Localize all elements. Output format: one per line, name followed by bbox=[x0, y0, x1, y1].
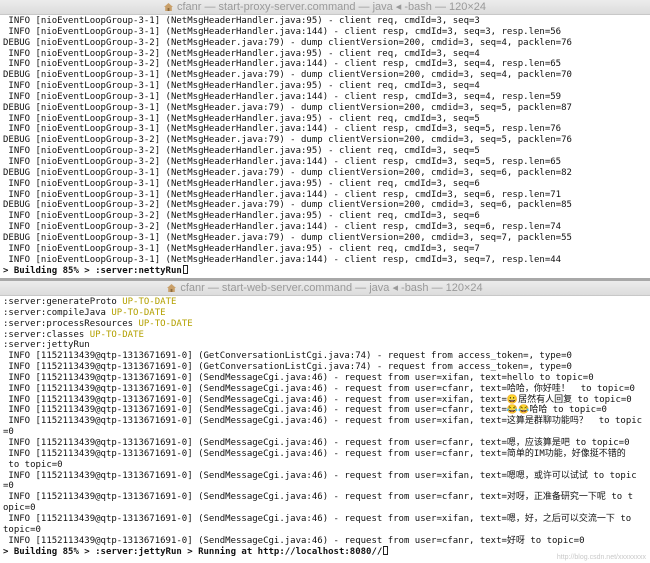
gradle-task-line: :server:generateProto UP-TO-DATE bbox=[3, 297, 648, 308]
log-line: INFO [1152113439@qtp-1313671691-0] (GetC… bbox=[3, 351, 572, 362]
terminal-output[interactable]: INFO [nioEventLoopGroup-3-1] (NetMsgHead… bbox=[3, 16, 648, 278]
log-line: INFO [nioEventLoopGroup-3-1] (NetMsgHead… bbox=[3, 254, 562, 265]
home-folder-icon bbox=[163, 3, 173, 11]
log-line: INFO [nioEventLoopGroup-3-1] (NetMsgHead… bbox=[3, 124, 562, 135]
window-title: cfanr — start-proxy-server.command — jav… bbox=[176, 1, 487, 13]
log-line: INFO [nioEventLoopGroup-3-2] (NetMsgHead… bbox=[3, 156, 562, 167]
log-line: INFO [nioEventLoopGroup-3-1] (NetMsgHead… bbox=[3, 178, 480, 189]
log-line: INFO [nioEventLoopGroup-3-2] (NetMsgHead… bbox=[3, 48, 480, 59]
gradle-task-status: UP-TO-DATE bbox=[122, 297, 177, 307]
terminal-output[interactable]: :server:generateProto UP-TO-DATE:server:… bbox=[3, 297, 648, 563]
log-line: INFO [nioEventLoopGroup-3-1] (NetMsgHead… bbox=[3, 189, 562, 200]
gradle-task-line: :server:compileJava UP-TO-DATE bbox=[3, 308, 648, 319]
log-line: INFO [1152113439@qtp-1313671691-0] (Send… bbox=[3, 448, 626, 459]
log-line: DEBUG [nioEventLoopGroup-3-2] (NetMsgHea… bbox=[3, 200, 572, 211]
log-line: topic=0 bbox=[3, 524, 41, 535]
build-status-text: > Building 85% > :server:jettyRun > Runn… bbox=[3, 547, 383, 558]
gradle-task-line: :server:classes UP-TO-DATE bbox=[3, 330, 648, 341]
log-line: INFO [nioEventLoopGroup-3-2] (NetMsgHead… bbox=[3, 59, 562, 70]
gradle-task-name: :server:jettyRun bbox=[3, 340, 90, 351]
log-line: DEBUG [nioEventLoopGroup-3-1] (NetMsgHea… bbox=[3, 167, 572, 178]
log-line: opic=0 bbox=[3, 503, 36, 514]
log-line: INFO [nioEventLoopGroup-3-1] (NetMsgHead… bbox=[3, 26, 562, 37]
log-line: INFO [1152113439@qtp-1313671691-0] (Send… bbox=[3, 535, 585, 546]
watermark: http://blog.csdn.net/xxxxxxxx bbox=[556, 554, 646, 561]
gradle-task-line: :server:jettyRun bbox=[3, 340, 648, 351]
log-line: =0 bbox=[3, 481, 14, 492]
web-server-terminal-window[interactable]: cfanr — start-web-server.command — java … bbox=[0, 281, 650, 563]
window-title-bar[interactable]: cfanr — start-proxy-server.command — jav… bbox=[0, 0, 650, 15]
log-line: INFO [nioEventLoopGroup-3-2] (NetMsgHead… bbox=[3, 211, 480, 222]
log-line: DEBUG [nioEventLoopGroup-3-1] (NetMsgHea… bbox=[3, 232, 572, 243]
build-status-line: > Building 85% > :server:jettyRun > Runn… bbox=[3, 546, 648, 557]
log-line: INFO [1152113439@qtp-1313671691-0] (Send… bbox=[3, 394, 632, 405]
log-line: =0 bbox=[3, 427, 14, 438]
log-line: INFO [1152113439@qtp-1313671691-0] (Send… bbox=[3, 383, 635, 394]
log-line: INFO [nioEventLoopGroup-3-2] (NetMsgHead… bbox=[3, 146, 480, 157]
log-line: INFO [1152113439@qtp-1313671691-0] (Send… bbox=[3, 437, 630, 448]
log-line: DEBUG [nioEventLoopGroup-3-1] (NetMsgHea… bbox=[3, 102, 572, 113]
gradle-task-name: :server:generateProto bbox=[3, 297, 117, 307]
build-status-text: > Building 85% > :server:nettyRun bbox=[3, 266, 182, 277]
gradle-task-status: UP-TO-DATE bbox=[111, 307, 166, 318]
log-line: INFO [nioEventLoopGroup-3-2] (NetMsgHead… bbox=[3, 222, 562, 233]
window-title-bar[interactable]: cfanr — start-web-server.command — java … bbox=[0, 281, 650, 296]
gradle-task-status: UP-TO-DATE bbox=[89, 329, 144, 340]
terminal-cursor bbox=[383, 546, 389, 556]
log-line: INFO [1152113439@qtp-1313671691-0] (Send… bbox=[3, 492, 634, 503]
log-line: INFO [nioEventLoopGroup-3-1] (NetMsgHead… bbox=[3, 113, 480, 124]
window-title: cfanr — start-web-server.command — java … bbox=[180, 282, 483, 294]
log-line: DEBUG [nioEventLoopGroup-3-2] (NetMsgHea… bbox=[3, 135, 572, 146]
log-line: to topic=0 bbox=[3, 459, 63, 470]
log-line: INFO [1152113439@qtp-1313671691-0] (GetC… bbox=[3, 362, 572, 373]
log-line: INFO [nioEventLoopGroup-3-1] (NetMsgHead… bbox=[3, 91, 562, 102]
log-line: INFO [1152113439@qtp-1313671691-0] (Send… bbox=[3, 405, 607, 416]
log-line: INFO [nioEventLoopGroup-3-1] (NetMsgHead… bbox=[3, 16, 480, 26]
gradle-task-status: UP-TO-DATE bbox=[138, 318, 193, 329]
log-line: INFO [1152113439@qtp-1313671691-0] (Send… bbox=[3, 416, 643, 427]
gradle-task-name: :server:classes bbox=[3, 329, 85, 340]
log-line: INFO [nioEventLoopGroup-3-1] (NetMsgHead… bbox=[3, 243, 480, 254]
terminal-cursor bbox=[182, 265, 188, 275]
gradle-task-name: :server:processResources bbox=[3, 318, 134, 329]
gradle-task-name: :server:compileJava bbox=[3, 307, 106, 318]
log-line: DEBUG [nioEventLoopGroup-3-1] (NetMsgHea… bbox=[3, 70, 572, 81]
log-line: INFO [nioEventLoopGroup-3-1] (NetMsgHead… bbox=[3, 81, 480, 92]
log-line: DEBUG [nioEventLoopGroup-3-2] (NetMsgHea… bbox=[3, 37, 572, 48]
log-line: INFO [1152113439@qtp-1313671691-0] (Send… bbox=[3, 372, 594, 383]
gradle-task-line: :server:processResources UP-TO-DATE bbox=[3, 319, 648, 330]
log-line: INFO [1152113439@qtp-1313671691-0] (Send… bbox=[3, 513, 632, 524]
proxy-server-terminal-window[interactable]: cfanr — start-proxy-server.command — jav… bbox=[0, 0, 650, 278]
home-folder-icon bbox=[167, 284, 177, 292]
build-status-line: > Building 85% > :server:nettyRun bbox=[3, 265, 648, 276]
log-line: INFO [1152113439@qtp-1313671691-0] (Send… bbox=[3, 470, 637, 481]
